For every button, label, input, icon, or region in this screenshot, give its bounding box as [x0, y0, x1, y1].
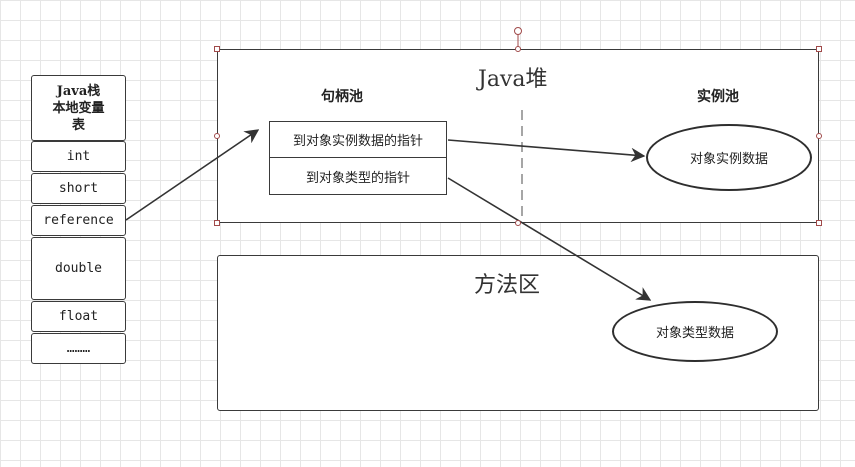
stack-cell-float: float [31, 301, 126, 332]
method-area-title: 方法区 [474, 273, 541, 298]
resize-handle-bottom-right[interactable] [816, 220, 822, 226]
stack-cell-int: int [31, 141, 126, 172]
stack-cell-short: short [31, 173, 126, 204]
stack-cell-reference: reference [31, 205, 126, 236]
object-instance-data-ellipse: 对象实例数据 [646, 124, 812, 191]
stack-cell-double: double [31, 237, 126, 300]
rotate-handle[interactable] [514, 27, 522, 35]
resize-handle-top-right[interactable] [816, 46, 822, 52]
resize-handle-right[interactable] [816, 133, 822, 139]
pointer-to-type-data: 到对象类型的指针 [269, 157, 447, 195]
object-instance-data-label: 对象实例数据 [689, 152, 768, 167]
java-heap-title: Java堆 [478, 67, 548, 92]
resize-handle-top[interactable] [515, 46, 521, 52]
instance-pool-label: 实例池 [697, 89, 739, 105]
object-type-data-ellipse: 对象类型数据 [612, 301, 778, 362]
stack-cell-ellipsis: ……… [31, 333, 126, 364]
resize-handle-top-left[interactable] [214, 46, 220, 52]
stack-header: Java栈 本地变量 表 [31, 75, 126, 141]
resize-handle-bottom-left[interactable] [214, 220, 220, 226]
handle-pool-label: 句柄池 [321, 89, 363, 105]
resize-handle-bottom[interactable] [515, 220, 521, 226]
resize-handle-left[interactable] [214, 133, 220, 139]
object-type-data-label: 对象类型数据 [655, 326, 734, 341]
pointer-to-instance-data: 到对象实例数据的指针 [269, 121, 447, 158]
